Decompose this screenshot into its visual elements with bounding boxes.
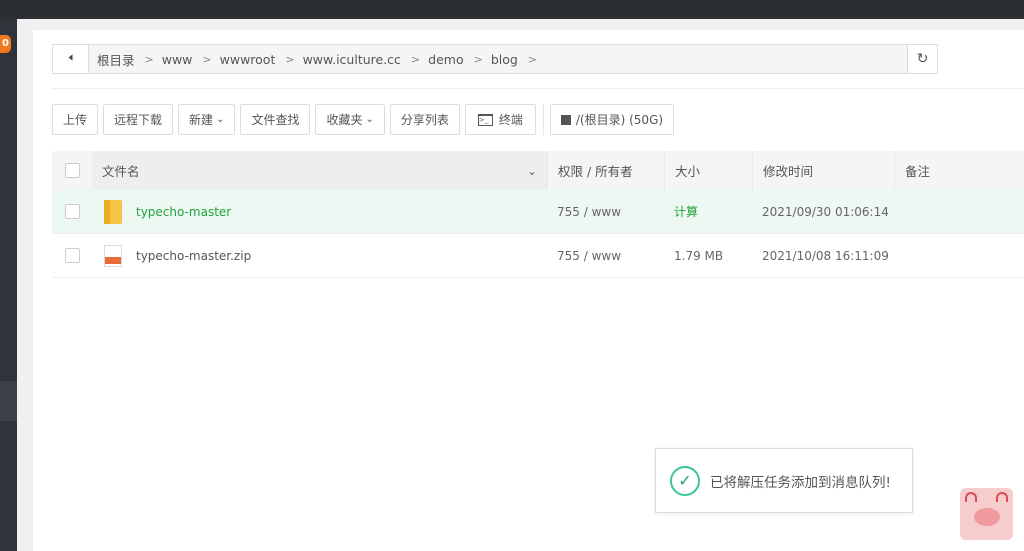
- table-row[interactable]: typecho-master.zip 755 / www 1.79 MB 202…: [52, 234, 1024, 278]
- file-perm[interactable]: 755 / www: [547, 205, 664, 219]
- refresh-icon[interactable]: ↻: [907, 45, 937, 73]
- row-checkbox[interactable]: [64, 204, 80, 219]
- breadcrumb-item[interactable]: www >: [162, 52, 212, 67]
- pig-mascot-icon[interactable]: [960, 488, 1013, 540]
- column-header-mtime[interactable]: 修改时间: [752, 151, 894, 190]
- calc-size-link[interactable]: 计算: [664, 203, 752, 220]
- terminal-button[interactable]: >_ 终端: [464, 104, 536, 135]
- new-button[interactable]: 新建 ⌄: [178, 104, 236, 135]
- upload-button[interactable]: 上传: [52, 104, 99, 135]
- chevron-right-icon: >: [202, 52, 212, 66]
- terminal-icon: >_: [477, 113, 493, 126]
- toast-message: 已将解压任务添加到消息队列!: [710, 474, 891, 491]
- favorites-button[interactable]: 收藏夹 ⌄: [315, 104, 385, 135]
- breadcrumb-item[interactable]: demo >: [428, 52, 483, 67]
- top-bar: [0, 0, 1024, 19]
- breadcrumb-item[interactable]: blog >: [491, 52, 537, 67]
- column-header-perm[interactable]: 权限 / 所有者: [547, 151, 664, 190]
- breadcrumb-label: www.iculture.cc: [302, 51, 401, 67]
- select-all-checkbox[interactable]: [64, 163, 80, 178]
- disk-button[interactable]: /(根目录) (50G): [549, 104, 675, 135]
- breadcrumb-item[interactable]: www.iculture.cc >: [303, 52, 421, 67]
- file-perm[interactable]: 755 / www: [547, 249, 664, 263]
- breadcrumb-item[interactable]: wwwroot >: [220, 52, 295, 67]
- chevron-down-icon[interactable]: ⌄: [527, 164, 537, 178]
- new-label: 新建: [189, 113, 214, 127]
- divider: [52, 88, 1024, 89]
- sidebar: [0, 19, 17, 551]
- row-checkbox[interactable]: [64, 248, 80, 263]
- file-size: 1.79 MB: [674, 248, 724, 263]
- remote-download-button[interactable]: 远程下载: [103, 104, 174, 135]
- file-name[interactable]: typecho-master.zip: [136, 249, 251, 263]
- breadcrumb-item[interactable]: 根目录 >: [97, 50, 154, 69]
- disk-label: /(根目录) (50G): [575, 113, 664, 127]
- toolbar: 上传 远程下载 新建 ⌄ 文件查找 收藏夹 ⌄ 分享列表 >_ 终端 /(根目录) (…: [52, 104, 679, 135]
- chevron-down-icon: ⌄: [216, 114, 225, 125]
- zip-file-icon: [102, 244, 124, 268]
- toolbar-separator: [542, 104, 544, 135]
- column-header-name[interactable]: 文件名 ⌄: [92, 151, 547, 190]
- file-table: 文件名 ⌄ 权限 / 所有者 大小 修改时间 备注 typecho-master …: [52, 151, 1024, 278]
- chevron-right-icon: >: [473, 52, 483, 66]
- breadcrumb-label: www: [161, 51, 193, 67]
- sidebar-item-active[interactable]: [0, 381, 17, 421]
- file-search-button[interactable]: 文件查找: [240, 104, 311, 135]
- favorites-label: 收藏夹: [326, 113, 363, 127]
- column-header-size[interactable]: 大小: [664, 151, 752, 190]
- toast-notification: ✓ 已将解压任务添加到消息队列!: [655, 448, 913, 513]
- file-name[interactable]: typecho-master: [136, 205, 231, 219]
- chevron-right-icon: >: [527, 52, 538, 66]
- table-header: 文件名 ⌄ 权限 / 所有者 大小 修改时间 备注: [52, 151, 1024, 190]
- disk-icon: [560, 114, 571, 125]
- notification-badge[interactable]: 0: [0, 35, 11, 53]
- back-arrow-icon[interactable]: 🢐: [53, 45, 89, 73]
- chevron-down-icon: ⌄: [365, 114, 374, 125]
- file-mtime: 2021/10/08 16:11:09: [762, 248, 889, 263]
- file-mtime: 2021/09/30 01:06:14: [762, 204, 889, 219]
- chevron-right-icon: >: [285, 52, 295, 66]
- chevron-right-icon: >: [410, 52, 421, 66]
- chevron-right-icon: >: [144, 52, 154, 66]
- breadcrumb: 🢐 根目录 > www > wwwroot > www.iculture.cc > de…: [52, 44, 938, 74]
- success-check-icon: ✓: [670, 465, 700, 496]
- breadcrumb-label: demo: [428, 51, 464, 67]
- header-label: 文件名: [102, 164, 140, 179]
- breadcrumb-label: 根目录: [97, 52, 135, 68]
- column-header-note: 备注: [894, 151, 930, 190]
- breadcrumb-label: wwwroot: [219, 51, 276, 67]
- terminal-label: 终端: [498, 113, 523, 127]
- share-list-button[interactable]: 分享列表: [389, 104, 460, 135]
- folder-icon: [102, 199, 124, 224]
- table-row[interactable]: typecho-master 755 / www 计算 2021/09/30 0…: [52, 190, 1024, 234]
- breadcrumb-label: blog: [490, 51, 518, 67]
